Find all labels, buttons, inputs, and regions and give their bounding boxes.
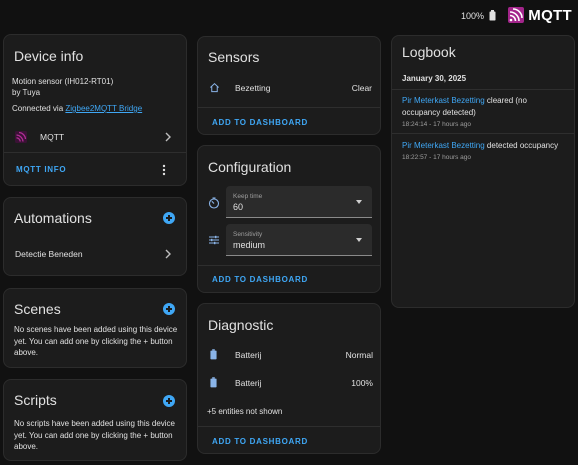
- logbook-card: Logbook January 30, 2025 Pir Meterkast B…: [391, 35, 575, 308]
- logbook-time: 18:24:14 - 17 hours ago: [402, 121, 472, 128]
- chevron-right-icon: [165, 132, 171, 142]
- tune-icon: [209, 235, 219, 245]
- automation-item-label: Detectie Beneden: [15, 249, 83, 259]
- logbook-entity-link[interactable]: Pir Meterkast Bezetting: [402, 96, 485, 105]
- configuration-title: Configuration: [208, 159, 292, 175]
- scenes-card: Scenes No scenes have been added using t…: [3, 288, 187, 368]
- scripts-card: Scripts No scripts have been added using…: [3, 379, 187, 461]
- divider: [392, 133, 574, 134]
- timer-icon: [208, 197, 220, 209]
- scenes-title: Scenes: [14, 301, 61, 317]
- battery-icon: [489, 10, 496, 21]
- automations-card: Automations Detectie Beneden: [3, 197, 187, 276]
- device-manufacturer: by Tuya: [12, 88, 41, 97]
- integration-label: MQTT: [40, 132, 65, 142]
- keep-time-label: Keep time: [233, 193, 263, 200]
- diagnostic-row[interactable]: Batterij Normal: [198, 345, 382, 365]
- add-script-button[interactable]: [163, 395, 175, 407]
- mqtt-logo-icon: [508, 7, 525, 23]
- device-model: Motion sensor (IH012-RT01): [12, 77, 114, 86]
- sensitivity-label: Sensitivity: [233, 231, 263, 238]
- diagnostic-label: Batterij: [235, 378, 262, 388]
- logbook-time: 18:22:57 - 17 hours ago: [402, 154, 472, 161]
- mqtt-logo: MQTT: [508, 6, 572, 24]
- divider: [198, 107, 380, 108]
- sensor-row-bezetting[interactable]: Bezetting Clear: [198, 77, 382, 99]
- connected-via-prefix: Connected via: [12, 104, 66, 113]
- scripts-title: Scripts: [14, 392, 57, 408]
- diagnostic-value: 100%: [351, 378, 373, 388]
- logbook-entity-link[interactable]: Pir Meterkast Bezetting: [402, 141, 485, 150]
- battery-icon: [210, 377, 217, 388]
- diagnostic-value: Normal: [345, 350, 373, 360]
- divider: [4, 152, 186, 153]
- scenes-empty-text: No scenes have been added using this dev…: [14, 325, 178, 357]
- sensors-card: Sensors Bezetting Clear ADD TO DASHBOARD: [197, 36, 381, 135]
- keep-time-select[interactable]: Keep time 60: [226, 186, 372, 218]
- logbook-entry: Pir Meterkast Bezetting detected occupan…: [402, 140, 566, 161]
- add-scene-button[interactable]: [163, 303, 175, 315]
- divider: [198, 426, 380, 427]
- device-info-card: Device info Motion sensor (IH012-RT01) b…: [3, 34, 187, 186]
- configuration-card: Configuration Keep time 60 Sensitivity m…: [197, 145, 381, 293]
- sensor-label: Bezetting: [235, 83, 271, 93]
- dropdown-caret-icon: [356, 238, 362, 242]
- integration-row-mqtt[interactable]: MQTT: [4, 125, 188, 149]
- keep-time-value: 60: [233, 202, 244, 212]
- battery-icon: [210, 349, 217, 360]
- device-info-title: Device info: [14, 48, 84, 64]
- logbook-title: Logbook: [402, 44, 456, 60]
- more-vertical-icon[interactable]: [162, 164, 166, 176]
- connected-via: Connected via Zigbee2MQTT Bridge: [12, 104, 142, 113]
- chevron-right-icon: [165, 249, 171, 259]
- add-automation-button[interactable]: [163, 212, 175, 224]
- automations-title: Automations: [14, 210, 92, 226]
- top-bar: 100% MQTT: [0, 0, 578, 32]
- divider: [392, 89, 574, 90]
- logbook-date: January 30, 2025: [402, 74, 467, 83]
- add-to-dashboard-button[interactable]: ADD TO DASHBOARD: [212, 437, 308, 446]
- more-entities-link[interactable]: +5 entities not shown: [207, 407, 282, 416]
- diagnostic-title: Diagnostic: [208, 317, 274, 333]
- divider: [198, 265, 380, 266]
- mqtt-info-button[interactable]: MQTT INFO: [16, 165, 66, 174]
- scripts-empty-text: No scripts have been added using this de…: [14, 419, 175, 451]
- diagnostic-card: Diagnostic Batterij Normal Batterij 100%…: [197, 303, 381, 454]
- logbook-entry-text: Pir Meterkast Bezetting detected occupan…: [402, 140, 566, 152]
- automation-item[interactable]: Detectie Beneden: [4, 242, 188, 266]
- home-outline-icon: [210, 82, 219, 93]
- logbook-message: detected occupancy: [484, 141, 559, 150]
- diagnostic-row[interactable]: Batterij 100%: [198, 373, 382, 393]
- sensors-title: Sensors: [208, 49, 260, 65]
- sensor-value: Clear: [351, 83, 372, 93]
- mqtt-integration-icon: [15, 131, 27, 143]
- zigbee2mqtt-bridge-link[interactable]: Zigbee2MQTT Bridge: [65, 104, 142, 113]
- mqtt-logo-text: MQTT: [528, 6, 572, 24]
- sensitivity-select[interactable]: Sensitivity medium: [226, 224, 372, 256]
- logbook-entry-text: Pir Meterkast Bezetting cleared (no occu…: [402, 95, 566, 119]
- dropdown-caret-icon: [356, 200, 362, 204]
- diagnostic-label: Batterij: [235, 350, 262, 360]
- add-to-dashboard-button[interactable]: ADD TO DASHBOARD: [212, 275, 308, 284]
- battery-level-text: 100%: [460, 11, 484, 21]
- sensitivity-value: medium: [233, 240, 266, 250]
- logbook-entry: Pir Meterkast Bezetting cleared (no occu…: [402, 95, 566, 128]
- add-to-dashboard-button[interactable]: ADD TO DASHBOARD: [212, 118, 308, 127]
